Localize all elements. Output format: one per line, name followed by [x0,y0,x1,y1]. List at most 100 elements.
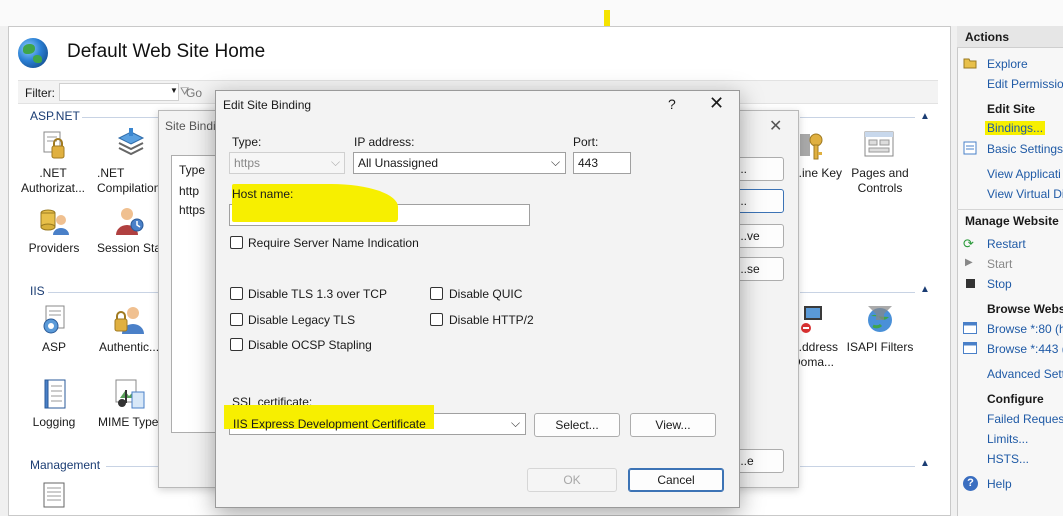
sni-checkbox[interactable] [230,236,243,249]
disable-legacy-tls-label: Disable Legacy TLS [248,313,356,327]
ok-button[interactable]: OK [527,468,617,492]
section-aspnet[interactable]: ASP.NET [30,109,80,123]
action-browse-443[interactable]: Browse *:443 ( [987,342,1063,356]
port-input[interactable]: 443 [573,152,631,174]
actions-divider [957,209,1063,210]
browser-icon [963,322,977,336]
close-icon[interactable]: ✕ [769,116,782,136]
help-button[interactable]: ? [668,96,676,112]
machine-key-icon[interactable] [800,130,828,160]
action-failed-request-tracing[interactable]: Failed Request [987,412,1063,426]
type-select[interactable]: https [229,152,345,174]
collapse-chevron-icon[interactable]: ▲ [920,458,930,469]
filter-input[interactable] [59,83,179,101]
section-divider [82,117,162,118]
asp-icon[interactable] [40,304,68,334]
collapse-chevron-icon[interactable]: ▲ [920,111,930,122]
disable-quic-checkbox[interactable] [430,287,443,300]
action-bindings[interactable]: Bindings... [985,121,1046,135]
authentication-icon[interactable] [113,304,144,334]
session-state-icon[interactable] [113,205,144,235]
ip-address-domain-icon[interactable] [800,304,828,334]
host-name-label: Host name: [232,187,294,201]
action-edit-permissions[interactable]: Edit Permission [987,77,1063,91]
browser-icon [963,342,977,356]
action-view-applications[interactable]: View Applicati [987,167,1061,181]
ip-address-select[interactable]: All Unassigned [353,152,566,174]
actions-header: Actions [957,26,1063,48]
section-management[interactable]: Management [30,458,100,472]
action-basic-settings[interactable]: Basic Settings... [987,142,1063,156]
window-top-strip [0,0,1063,26]
disable-ocsp-checkbox[interactable] [230,338,243,351]
net-authorization-label: .NET Authorizat... [20,166,86,195]
restart-icon: ⟳ [963,236,974,251]
binding-row-https[interactable]: https [179,203,205,217]
actions-section-configure: Configure [987,392,1044,406]
disable-http2-checkbox[interactable] [430,313,443,326]
website-globe-icon [18,38,48,68]
chevron-down-icon: ⌵ [551,155,561,169]
go-button[interactable]: Go [186,86,202,100]
section-divider [800,292,915,293]
pages-controls-label: Pages and Controls [851,166,909,195]
action-browse-80[interactable]: Browse *:80 (h [987,322,1063,336]
action-advanced-settings[interactable]: Advanced Setti [987,367,1063,381]
action-explore[interactable]: Explore [987,57,1028,71]
cancel-button[interactable]: Cancel [628,468,724,492]
section-iis[interactable]: IIS [30,284,45,298]
net-authorization-icon[interactable] [40,130,68,160]
section-divider [800,466,915,467]
actions-section-manage-website: Manage Website [965,214,1059,228]
action-restart[interactable]: Restart [987,237,1026,251]
logging-icon[interactable] [42,378,70,409]
net-compilation-label: .NET Compilation [97,166,161,195]
start-icon: ▶ [965,257,973,268]
configuration-editor-icon[interactable] [42,481,70,511]
action-stop[interactable]: Stop [987,277,1012,291]
binding-row-http[interactable]: http [179,184,199,198]
collapse-chevron-icon[interactable]: ▲ [920,284,930,295]
disable-tls13-checkbox[interactable] [230,287,243,300]
disable-http2-label: Disable HTTP/2 [449,313,534,327]
pages-controls-icon[interactable] [863,130,894,160]
action-start: Start [987,257,1013,271]
action-hsts[interactable]: HSTS... [987,452,1029,466]
select-certificate-button[interactable]: Select... [534,413,620,437]
action-view-virtual-directories[interactable]: View Virtual Di [987,187,1063,201]
chevron-down-icon: ⌵ [511,416,521,430]
providers-label: Providers [28,241,80,255]
session-state-label: Session Stat [97,241,165,255]
section-divider [106,466,160,467]
action-limits[interactable]: Limits... [987,432,1028,446]
machine-key-label: ...ine Key [792,166,843,180]
mime-types-icon[interactable] [114,378,145,409]
authentication-label: Authentic... [99,340,160,354]
help-icon: ? [963,476,978,491]
mime-types-label: MIME Type [98,415,159,429]
disable-legacy-tls-checkbox[interactable] [230,313,243,326]
net-compilation-icon[interactable] [116,128,145,158]
ssl-certificate-value: IIS Express Development Certificate [233,417,426,431]
dialog-title: Edit Site Binding [223,98,312,112]
disable-ocsp-label: Disable OCSP Stapling [248,338,372,352]
isapi-filters-icon[interactable] [865,304,893,334]
port-label: Port: [573,135,599,149]
sni-label: Require Server Name Indication [248,236,419,250]
type-label: Type: [232,135,262,149]
action-help[interactable]: Help [987,477,1012,491]
port-value: 443 [578,156,599,170]
providers-icon[interactable] [38,205,69,235]
disable-tls13-label: Disable TLS 1.3 over TCP [248,287,387,301]
section-divider [800,117,915,118]
close-button[interactable]: ✕ [709,93,724,114]
disable-quic-label: Disable QUIC [449,287,523,301]
folder-open-icon [963,56,977,70]
actions-section-browse-website: Browse Websi [987,302,1063,316]
ip-address-label: IP address: [354,135,415,149]
view-certificate-button[interactable]: View... [630,413,716,437]
logging-label: Logging [32,415,76,429]
asp-label: ASP [41,340,66,354]
bindings-column-type: Type [179,163,206,177]
filter-dropdown-icon[interactable]: ▼ [170,86,178,95]
